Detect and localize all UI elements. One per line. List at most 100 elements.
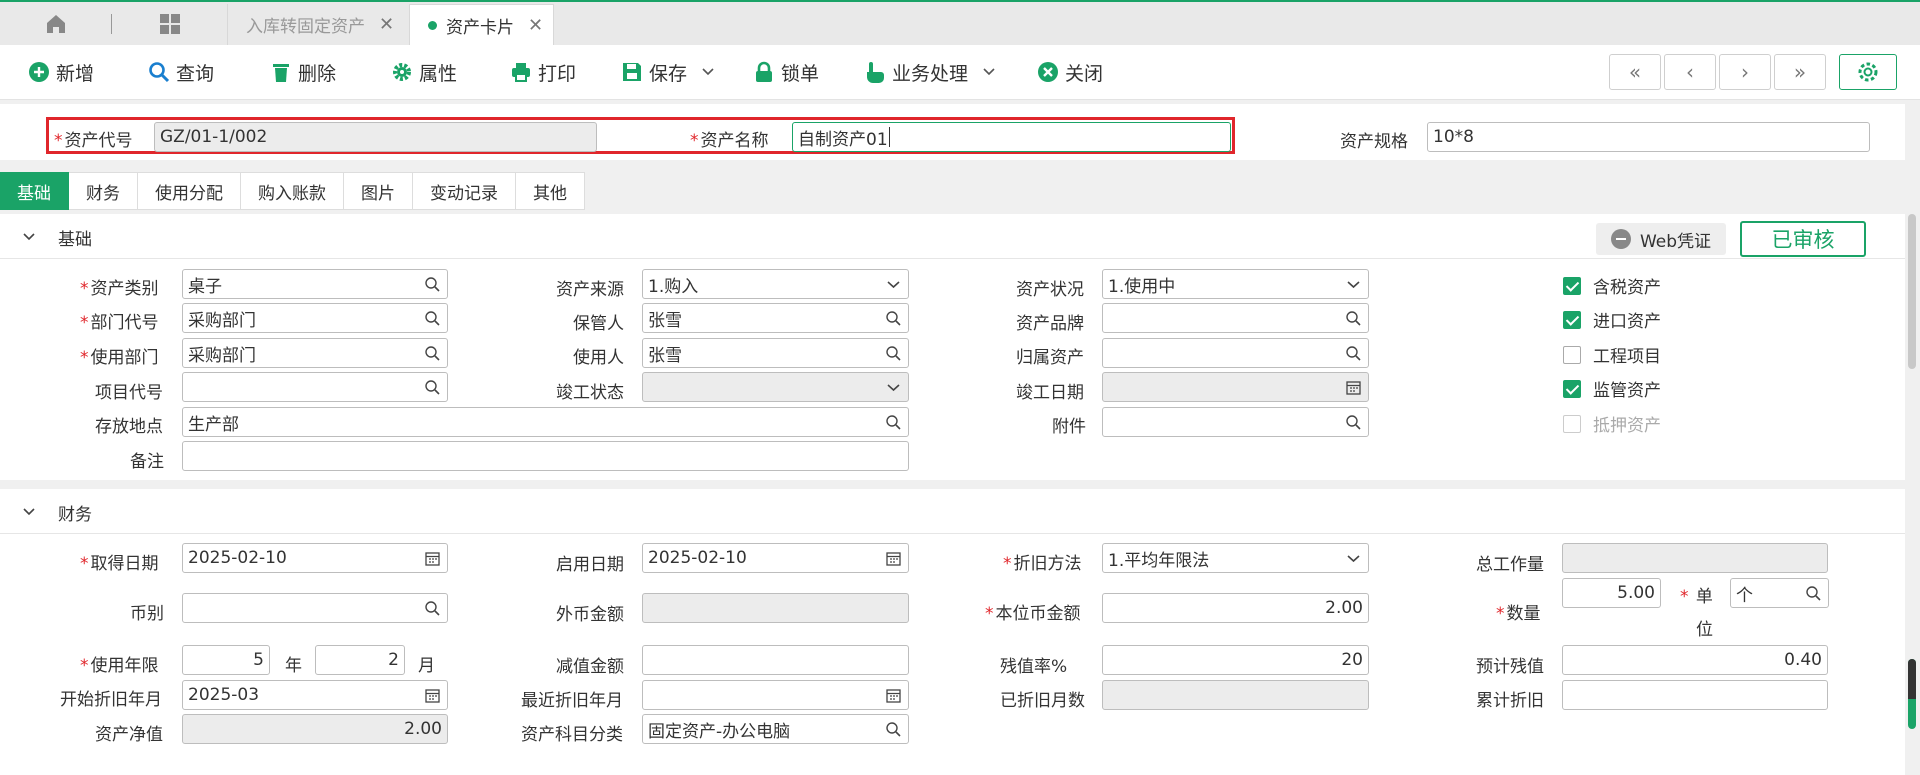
home-icon[interactable] — [44, 12, 68, 36]
remark-field[interactable] — [182, 441, 909, 471]
chevron-down-icon[interactable] — [982, 65, 996, 79]
calendar-icon[interactable] — [885, 550, 902, 567]
asset-name-field[interactable]: 自制资产01 — [792, 122, 1231, 152]
attachment-field[interactable] — [1102, 407, 1369, 437]
asset-source-select[interactable]: 1.购入 — [642, 269, 909, 299]
search-icon[interactable] — [1345, 310, 1362, 327]
close-circle-icon — [1038, 62, 1058, 82]
search-icon[interactable] — [885, 345, 902, 362]
project-code-field[interactable] — [182, 372, 448, 402]
parent-asset-field[interactable] — [1102, 338, 1369, 368]
engineering-project-checkbox[interactable]: 工程项目 — [1563, 342, 1661, 367]
delete-button[interactable]: 删除 — [270, 58, 336, 86]
calendar-icon[interactable] — [885, 687, 902, 704]
chevron-down-icon[interactable] — [885, 276, 902, 293]
save-button[interactable]: 保存 — [621, 58, 715, 86]
properties-label: 属性 — [419, 62, 458, 85]
asset-spec-field[interactable]: 10*8 — [1427, 122, 1870, 152]
service-life-months-field[interactable]: 2 — [315, 645, 405, 675]
tab-inbound-to-asset[interactable]: 入库转固定资产 ✕ — [227, 4, 404, 45]
search-icon[interactable] — [424, 345, 441, 362]
quantity-field[interactable]: 5.00 — [1562, 578, 1661, 608]
asset-category-field[interactable]: 桌子 — [182, 269, 448, 299]
department-code-field[interactable]: 采购部门 — [182, 303, 448, 333]
asset-brand-field[interactable] — [1102, 303, 1369, 333]
service-life-years-field[interactable]: 5 — [182, 645, 270, 675]
user-field[interactable]: 张雪 — [642, 338, 909, 368]
supervised-asset-checkbox[interactable]: 监管资产 — [1563, 376, 1661, 401]
search-icon[interactable] — [1805, 585, 1822, 602]
chevron-down-icon[interactable] — [1345, 550, 1362, 567]
last-record-button[interactable]: » — [1774, 54, 1826, 90]
calendar-icon[interactable] — [424, 687, 441, 704]
last-depreciation-field[interactable] — [642, 680, 909, 710]
tab-asset-card[interactable]: 资产卡片 ✕ — [409, 4, 555, 45]
chevron-down-icon[interactable] — [22, 230, 36, 244]
next-record-button[interactable]: › — [1719, 54, 1771, 90]
section-tab-other[interactable]: 其他 — [516, 172, 585, 210]
properties-button[interactable]: 属性 — [391, 58, 457, 86]
use-department-field[interactable]: 采购部门 — [182, 338, 448, 368]
residual-rate-field[interactable]: 20 — [1102, 645, 1369, 675]
estimated-residual-field[interactable]: 0.40 — [1562, 645, 1828, 675]
completion-date-field[interactable] — [1102, 372, 1369, 402]
currency-field[interactable] — [182, 593, 448, 623]
finance-panel-header[interactable]: 财务 — [0, 489, 1905, 534]
impairment-amount-field[interactable] — [642, 645, 909, 675]
local-amount-field[interactable]: 2.00 — [1102, 593, 1369, 623]
asset-subject-field[interactable]: 固定资产-办公电脑 — [642, 714, 909, 744]
scrollbar-thumb[interactable] — [1908, 214, 1916, 369]
close-icon[interactable]: ✕ — [379, 14, 394, 35]
depreciation-method-select[interactable]: 1.平均年限法 — [1102, 543, 1369, 573]
print-button[interactable]: 打印 — [510, 58, 576, 86]
imported-asset-checkbox[interactable]: 进口资产 — [1563, 307, 1661, 332]
basic-panel-header[interactable]: 基础 Web凭证 已审核 — [0, 214, 1905, 259]
query-button[interactable]: 查询 — [148, 58, 214, 86]
search-icon[interactable] — [1345, 345, 1362, 362]
depreciation-start-field[interactable]: 2025-03 — [182, 680, 448, 710]
asset-code-field[interactable]: GZ/01-1/002 — [154, 122, 597, 152]
asset-condition-select[interactable]: 1.使用中 — [1102, 269, 1369, 299]
search-icon[interactable] — [424, 379, 441, 396]
search-icon[interactable] — [885, 414, 902, 431]
lock-button[interactable]: 锁单 — [753, 58, 819, 86]
search-icon[interactable] — [885, 310, 902, 327]
search-icon[interactable] — [424, 276, 441, 293]
section-tab-basic[interactable]: 基础 — [0, 172, 69, 210]
section-tab-images[interactable]: 图片 — [344, 172, 413, 210]
lock-icon — [756, 61, 772, 82]
settings-button[interactable] — [1839, 54, 1897, 90]
unit-field[interactable]: 个 — [1730, 578, 1829, 608]
previous-record-button[interactable]: ‹ — [1664, 54, 1716, 90]
chevron-down-icon[interactable] — [1345, 276, 1362, 293]
grid-icon[interactable] — [158, 12, 182, 36]
chevron-down-icon[interactable] — [22, 505, 36, 519]
acquisition-date-field[interactable]: 2025-02-10 — [182, 543, 448, 573]
search-icon[interactable] — [424, 600, 441, 617]
chevron-down-icon[interactable] — [701, 65, 715, 79]
search-icon[interactable] — [1345, 414, 1362, 431]
accumulated-depreciation-field[interactable] — [1562, 680, 1828, 710]
section-tab-change-log[interactable]: 变动记录 — [413, 172, 516, 210]
close-button[interactable]: 关闭 — [1037, 58, 1103, 86]
first-record-button[interactable]: « — [1609, 54, 1661, 90]
scroll-position-marker[interactable] — [1908, 659, 1916, 699]
section-tab-finance[interactable]: 财务 — [69, 172, 138, 210]
section-tab-usage-allocation[interactable]: 使用分配 — [138, 172, 241, 210]
search-icon[interactable] — [885, 721, 902, 738]
tax-included-checkbox[interactable]: 含税资产 — [1563, 273, 1661, 298]
start-date-field[interactable]: 2025-02-10 — [642, 543, 909, 573]
calendar-icon[interactable] — [1345, 379, 1362, 396]
currency-label: 币别 — [130, 604, 164, 624]
chevron-down-icon[interactable] — [885, 379, 902, 396]
close-icon[interactable]: ✕ — [528, 15, 543, 36]
storage-location-field[interactable]: 生产部 — [182, 407, 909, 437]
new-button[interactable]: 新增 — [28, 58, 94, 86]
search-icon[interactable] — [424, 310, 441, 327]
business-processing-button[interactable]: 业务处理 — [864, 58, 996, 86]
completion-status-select[interactable] — [642, 372, 909, 402]
calendar-icon[interactable] — [424, 550, 441, 567]
keeper-field[interactable]: 张雪 — [642, 303, 909, 333]
web-voucher-button[interactable]: Web凭证 — [1596, 223, 1726, 255]
section-tab-purchase-account[interactable]: 购入账款 — [241, 172, 344, 210]
